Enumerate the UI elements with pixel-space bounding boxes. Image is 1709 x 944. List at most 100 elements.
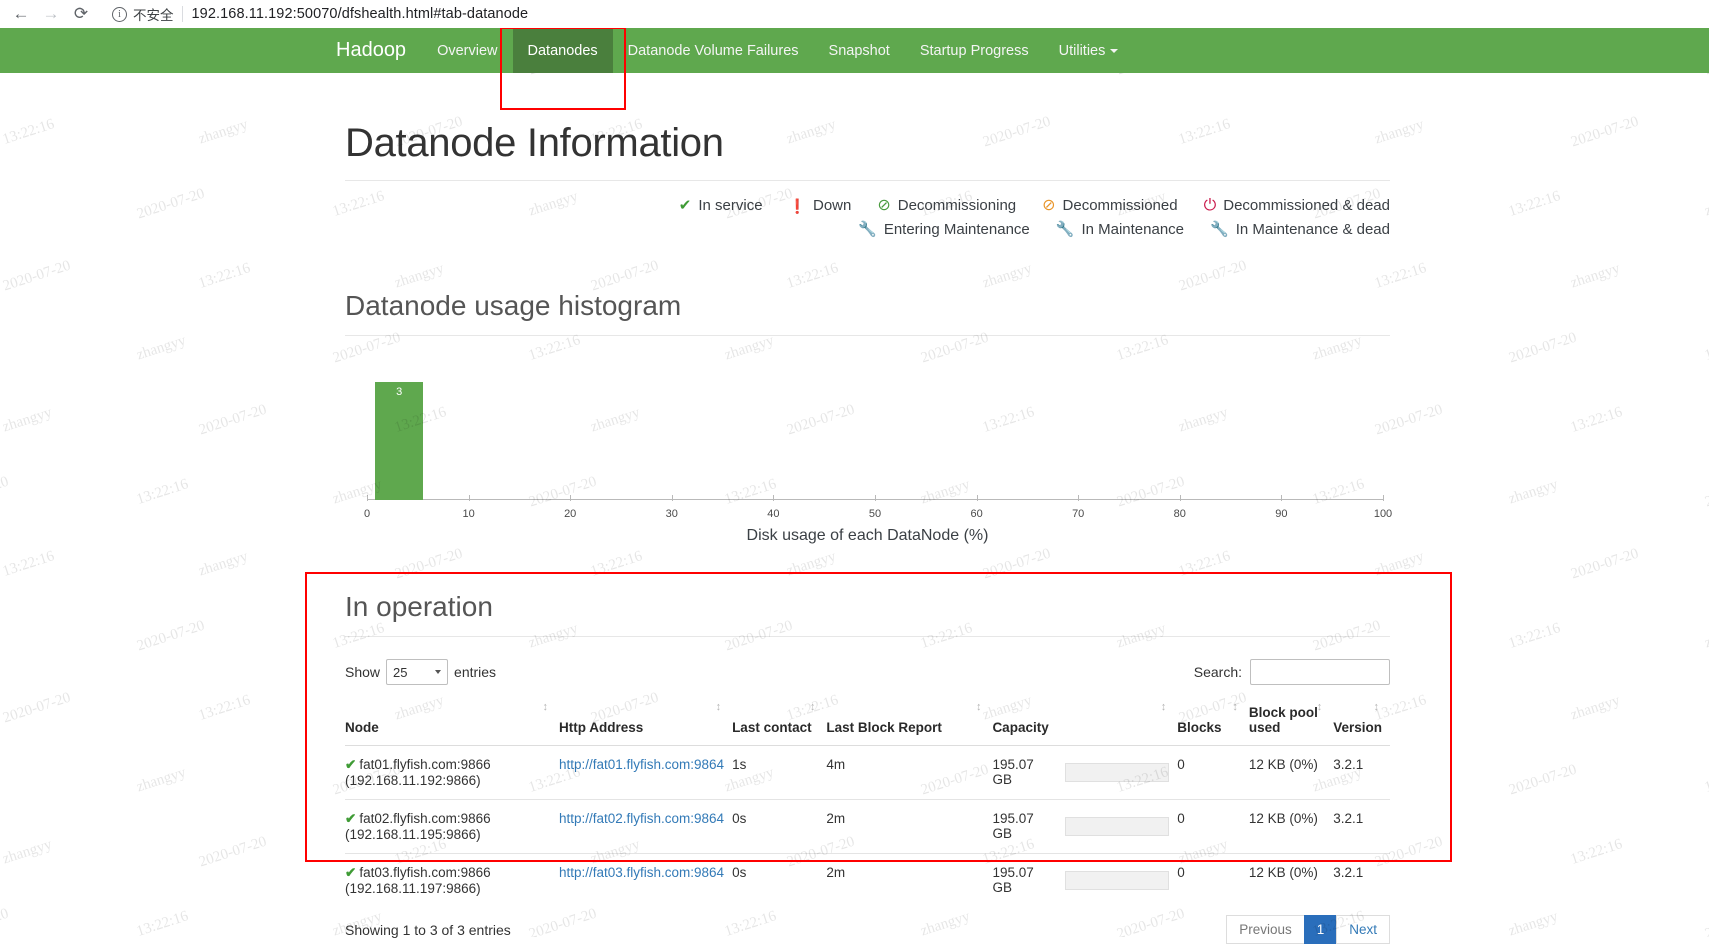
col-node[interactable]: ↕ Node xyxy=(345,701,559,746)
cell-block-pool-used: 12 KB (0%) xyxy=(1248,745,1334,800)
legend-decommissioned-dead: ⏻ Decommissioned & dead xyxy=(1204,197,1390,214)
histogram-heading: Datanode usage histogram xyxy=(345,290,682,321)
in-operation-divider xyxy=(345,636,1390,637)
page-size-value: 25 xyxy=(393,664,408,680)
node-name: fat02.flyfish.com:9866 xyxy=(359,811,491,826)
cell-last-block-report: 2m xyxy=(826,799,993,854)
table-info: Showing 1 to 3 of 3 entries xyxy=(345,921,511,938)
cell-version: 3.2.1 xyxy=(1333,865,1364,880)
col-last-block-report[interactable]: ↕ Last Block Report xyxy=(826,701,993,746)
capacity-text: 195.07 GB xyxy=(992,757,1034,787)
col-version[interactable]: ↕ Version xyxy=(1333,701,1390,746)
histogram-bar: 3 xyxy=(375,382,424,500)
show-label: Show xyxy=(345,664,381,680)
x-tick-label: 80 xyxy=(1173,508,1186,520)
legend-down: ❗ Down xyxy=(789,197,852,214)
chevron-down-icon xyxy=(1110,48,1119,53)
http-address-link[interactable]: http://fat01.flyfish.com:9864 xyxy=(559,757,724,772)
pagination-previous[interactable]: Previous xyxy=(1226,915,1305,944)
cell-block-pool-used: 12 KB (0%) xyxy=(1248,799,1334,854)
node-name: fat03.flyfish.com:9866 xyxy=(359,865,491,880)
x-tick-label: 90 xyxy=(1275,508,1288,520)
page-size-select[interactable]: 25 xyxy=(386,659,449,685)
nav-item-datanode-volume-failures[interactable]: Datanode Volume Failures xyxy=(613,28,814,73)
legend-label: Decommissioned & dead xyxy=(1223,197,1390,214)
table-header-row: ↕ Node ↕ Http Address ↕ Last contact ↕ L… xyxy=(345,701,1390,746)
table-footer: Showing 1 to 3 of 3 entries Previous 1 N… xyxy=(345,915,1390,944)
legend-in-maintenance: 🔧 In Maintenance xyxy=(1056,221,1184,238)
x-tick xyxy=(671,495,673,501)
pagination-next[interactable]: Next xyxy=(1336,915,1390,944)
col-blocks[interactable]: ↕ Blocks xyxy=(1177,701,1249,746)
cell-version: 3.2.1 xyxy=(1333,745,1390,800)
x-tick xyxy=(1179,495,1181,501)
x-tick xyxy=(1383,495,1384,501)
hadoop-navbar: Hadoop Overview Datanodes Datanode Volum… xyxy=(0,28,1709,73)
col-last-contact[interactable]: ↕ Last contact xyxy=(732,701,827,746)
address-bar[interactable]: i 不安全 192.168.11.192:50070/dfshealth.htm… xyxy=(102,2,1703,26)
sort-icon: ↕ xyxy=(1160,701,1166,713)
cell-capacity: 195.07 GB xyxy=(992,854,1177,908)
search-label: Search: xyxy=(1193,664,1242,680)
legend-row-1: ✔ In service ❗ Down ⊘ Decommissioning ⊘ … xyxy=(345,197,1390,214)
brand-hadoop[interactable]: Hadoop xyxy=(336,28,422,73)
x-tick-label: 10 xyxy=(462,508,475,520)
page-size-control: Show 25 entries xyxy=(345,659,496,685)
title-divider xyxy=(345,180,1390,181)
x-tick-label: 60 xyxy=(970,508,983,520)
col-label: Last contact xyxy=(732,720,812,735)
url-text: 192.168.11.192:50070/dfshealth.html#tab-… xyxy=(191,6,529,22)
legend-label: In service xyxy=(698,197,763,214)
x-tick xyxy=(468,495,470,501)
capacity-bar xyxy=(1065,762,1170,782)
ban-circle-icon: ⊘ xyxy=(1042,196,1056,214)
node-ip: (192.168.11.195:9866) xyxy=(345,827,481,842)
http-address-link[interactable]: http://fat02.flyfish.com:9864 xyxy=(559,811,724,826)
cell-version: 3.2.1 xyxy=(1333,799,1390,854)
back-arrow-icon[interactable]: ← xyxy=(6,0,36,28)
sort-icon: ↕ xyxy=(542,701,547,713)
nav-item-overview[interactable]: Overview xyxy=(422,28,512,73)
col-block-pool-used[interactable]: ↕ Block pool used xyxy=(1248,701,1334,746)
nav-item-snapshot[interactable]: Snapshot xyxy=(814,28,905,73)
cell-last-contact: 1s xyxy=(732,745,827,800)
legend-label: Decommissioning xyxy=(897,197,1017,214)
nav-item-startup-progress[interactable]: Startup Progress xyxy=(905,28,1044,73)
col-capacity[interactable]: ↕ Capacity xyxy=(992,701,1178,746)
cell-blocks: 0 xyxy=(1177,799,1249,854)
page-content: Datanode Information ✔ In service ❗ Down… xyxy=(0,121,1709,944)
browser-toolbar: ← → ⟳ i 不安全 192.168.11.192:50070/dfsheal… xyxy=(0,0,1709,28)
forward-arrow-icon[interactable]: → xyxy=(36,0,66,28)
sort-icon: ↕ xyxy=(1373,701,1379,713)
ban-circle-icon: ⊘ xyxy=(877,196,891,214)
check-icon: ✔ xyxy=(345,757,357,772)
pagination-page-1[interactable]: 1 xyxy=(1303,915,1338,944)
cell-blocks: 0 xyxy=(1177,745,1249,800)
legend-entering-maintenance: 🔧 Entering Maintenance xyxy=(858,221,1030,238)
wrench-icon: 🔧 xyxy=(1210,221,1229,238)
x-tick xyxy=(773,495,775,501)
histogram-divider xyxy=(345,335,1390,336)
legend-label: In Maintenance & dead xyxy=(1235,221,1390,238)
site-info-icon[interactable]: i xyxy=(112,6,127,22)
node-ip: (192.168.11.197:9866) xyxy=(345,881,481,896)
col-http-address[interactable]: ↕ Http Address xyxy=(558,701,733,746)
datanode-table: ↕ Node ↕ Http Address ↕ Last contact ↕ L… xyxy=(345,701,1390,907)
http-address-link[interactable]: http://fat03.flyfish.com:9864 xyxy=(559,865,724,880)
pagination: Previous 1 Next xyxy=(1226,915,1390,944)
col-label: Capacity xyxy=(992,720,1049,735)
cell-last-contact: 0s xyxy=(732,865,747,880)
table-controls: Show 25 entries Search: xyxy=(345,659,1390,685)
x-tick-label: 30 xyxy=(665,508,678,520)
omnibox-divider xyxy=(181,6,183,22)
search-input[interactable] xyxy=(1250,659,1390,685)
nav-item-utilities[interactable]: Utilities xyxy=(1044,28,1134,73)
col-label: Version xyxy=(1333,720,1382,735)
nav-item-datanodes[interactable]: Datanodes xyxy=(512,28,613,73)
node-ip: (192.168.11.192:9866) xyxy=(345,773,481,788)
legend-in-service: ✔ In service xyxy=(679,197,763,214)
cell-node: ✔ fat02.flyfish.com:9866 (192.168.11.195:9… xyxy=(345,799,559,854)
cell-block-pool-used: 12 KB (0%) xyxy=(1248,865,1318,880)
legend-decommissioning: ⊘ Decommissioning xyxy=(877,197,1016,214)
reload-icon[interactable]: ⟳ xyxy=(66,0,96,28)
